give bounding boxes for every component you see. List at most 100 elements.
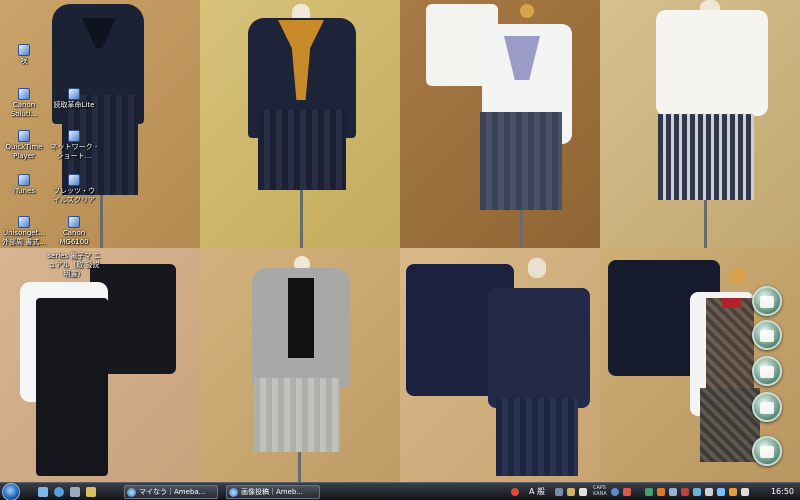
plaid-skirt	[658, 114, 754, 200]
app-tray-icon[interactable]	[729, 488, 737, 496]
desktop-icon-label: QuickTime Player	[5, 143, 43, 160]
caps-kana-indicator: CAPS KANA	[593, 485, 607, 497]
ime-dict-icon[interactable]	[567, 488, 575, 496]
desktop-icon-label: 外部周 書式...	[2, 238, 46, 246]
wallpaper-photo-4	[600, 0, 800, 248]
desktop-icon[interactable]: QuickTime Player	[0, 130, 48, 161]
app-icon	[68, 88, 80, 100]
desktop-icon[interactable]: フレッツ・ウ イルスクリア	[50, 174, 98, 205]
quicktime-icon	[18, 130, 30, 142]
app-icon	[18, 88, 30, 100]
gadget-icon	[760, 366, 774, 378]
taskbar-item-ameba-2[interactable]: 画像投稿｜Ameb...	[226, 485, 320, 499]
red-ribbon	[722, 298, 742, 308]
navy-skirt	[496, 398, 578, 476]
ime-mode[interactable]: A 般	[529, 486, 545, 497]
gadget-icon	[760, 296, 774, 308]
app-tray-icon[interactable]	[705, 488, 713, 496]
stand	[100, 195, 103, 248]
desktop-icon-label: Unisonget...	[2, 229, 46, 237]
security-icon[interactable]	[657, 488, 665, 496]
clock[interactable]: 16:50	[771, 487, 794, 496]
taskbar-item-ameba-1[interactable]: マイなう｜Ameba...	[124, 485, 218, 499]
gadget-icon	[760, 402, 774, 414]
quicklaunch-switch-icon[interactable]	[70, 487, 80, 497]
network-status-icon[interactable]	[717, 488, 725, 496]
ime-tool-icon[interactable]	[555, 488, 563, 496]
plaid-vest	[706, 298, 754, 388]
wallpaper-photo-5	[0, 248, 200, 482]
ime-pad-icon[interactable]	[579, 488, 587, 496]
navy-skirt	[480, 112, 562, 210]
volume-icon[interactable]	[741, 488, 749, 496]
gadget-icon	[760, 446, 774, 458]
desktop-icon[interactable]: Unisonget... 外部周 書式...	[0, 216, 48, 247]
desktop-icon-label: series 電子マ ニュアル（取 扱説明書）	[47, 252, 101, 278]
taskbar: マイなう｜Ameba... 画像投稿｜Ameb... A 般 CAPS KANA…	[0, 482, 800, 500]
desktop-wallpaper	[0, 0, 800, 482]
navy-sweater	[488, 288, 590, 408]
desktop-icon-label: 咲	[20, 57, 28, 65]
app-icon	[18, 44, 30, 56]
sidebar-gadget-5[interactable]	[752, 436, 782, 466]
printer-icon	[68, 216, 80, 228]
desktop-icon[interactable]: ネットワーク - ショート...	[50, 130, 98, 161]
desktop-icon[interactable]: iTunes	[0, 174, 48, 196]
app-tray-icon[interactable]	[693, 488, 701, 496]
ie-icon	[127, 488, 136, 497]
wallpaper-photo-7	[400, 248, 600, 482]
taskbar-item-label: 画像投稿｜Ameb...	[241, 488, 304, 496]
desktop-icon[interactable]: series 電子マ ニュアル（取 扱説明書）	[46, 252, 102, 279]
desktop-icon[interactable]: Canon MG6100	[50, 216, 98, 247]
options-icon[interactable]	[623, 488, 631, 496]
desktop-icon-label: iTunes	[13, 187, 35, 195]
stand	[300, 190, 303, 248]
quicklaunch-media-icon[interactable]	[86, 487, 96, 497]
sidebar-gadget-3[interactable]	[752, 356, 782, 386]
mannequin-head	[520, 4, 534, 18]
black-jumper-dress	[36, 298, 108, 476]
sidebar-gadget-2[interactable]	[752, 320, 782, 350]
gadget-icon	[760, 330, 774, 342]
grey-skirt	[254, 378, 340, 452]
desktop-icon[interactable]: 読取革命Lite	[50, 88, 98, 110]
black-sweater	[288, 278, 314, 358]
start-button[interactable]	[2, 483, 20, 500]
app-icon	[18, 216, 30, 228]
desktop-icon[interactable]: 咲	[0, 44, 48, 66]
wallpaper-photo-1	[0, 0, 200, 248]
pleated-skirt	[258, 110, 346, 190]
mannequin-head	[528, 258, 546, 278]
network-icon[interactable]	[669, 488, 677, 496]
wallpaper-photo-3	[400, 0, 600, 248]
quicklaunch-ie-icon[interactable]	[54, 487, 64, 497]
desktop-icon-label: ネットワーク - ショート...	[50, 143, 98, 160]
sidebar-gadget-4[interactable]	[752, 392, 782, 422]
help-icon[interactable]	[611, 488, 619, 496]
desktop-icon-label: Canon MG6100	[59, 229, 89, 246]
system-tray: A 般 CAPS KANA 16:50	[505, 484, 800, 500]
stand	[704, 200, 707, 248]
stand	[520, 210, 523, 248]
notify-icon[interactable]	[645, 488, 653, 496]
ime-icon[interactable]	[511, 488, 519, 496]
ie-icon	[229, 488, 238, 497]
sidebar-gadget-1[interactable]	[752, 286, 782, 316]
taskbar-item-label: マイなう｜Ameba...	[139, 488, 206, 496]
itunes-icon	[18, 174, 30, 186]
desktop-icon[interactable]: Canon Soluti...	[0, 88, 48, 119]
desktop-icon-label: 読取革命Lite	[53, 101, 95, 109]
wallpaper-photo-6	[200, 248, 400, 482]
app-tray-icon[interactable]	[681, 488, 689, 496]
virus-clear-icon	[68, 174, 80, 186]
plaid-skirt	[700, 388, 760, 462]
stand	[298, 452, 301, 482]
white-jacket	[656, 10, 768, 116]
wallpaper-photo-2	[200, 0, 400, 248]
mannequin-head	[730, 268, 746, 284]
kana-label: KANA	[593, 491, 607, 497]
desktop-icon-label: フレッツ・ウ イルスクリア	[53, 187, 95, 204]
network-shortcut-icon	[68, 130, 80, 142]
desktop-icon-label: Canon Soluti...	[10, 101, 38, 118]
quicklaunch-desktop-icon[interactable]	[38, 487, 48, 497]
